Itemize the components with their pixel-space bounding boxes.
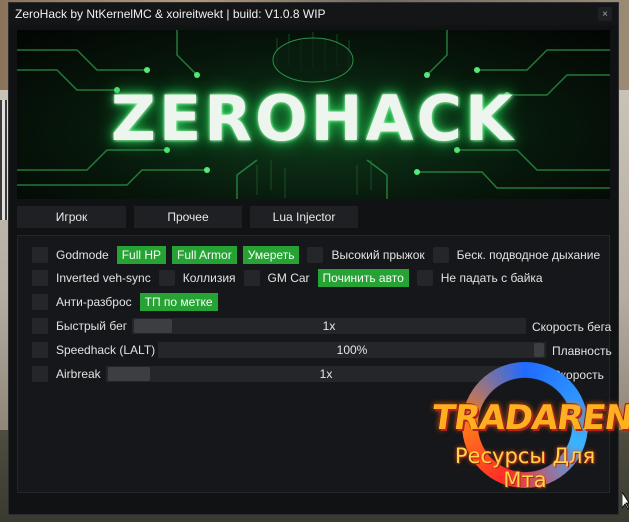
row-airbreak: Airbreak (32, 364, 101, 384)
row-speedhack: Speedhack (LALT) (32, 340, 155, 360)
no-fall-bike-label: Не падать с байка (440, 271, 543, 285)
full-armor-button[interactable]: Full Armor (172, 246, 237, 264)
row-vehicle: Inverted veh-sync Коллизия GM Car Почини… (32, 268, 543, 288)
airbreak-speed-value: 1x (319, 367, 333, 381)
gm-car-checkbox[interactable] (243, 270, 260, 286)
repair-car-button[interactable]: Починить авто (317, 269, 409, 287)
collision-checkbox[interactable] (158, 270, 175, 286)
tradarena-watermark: TRADARENA Ресурсы Для Мта (429, 362, 629, 492)
banner-title: ZEROHACK (110, 82, 517, 155)
run-speed-grab[interactable] (134, 319, 172, 333)
fast-run-checkbox[interactable] (32, 318, 48, 334)
airbreak-checkbox[interactable] (32, 366, 48, 382)
smoothness-slider[interactable]: 100% (158, 342, 546, 358)
speedhack-checkbox[interactable] (32, 342, 48, 358)
airbreak-label: Airbreak (56, 367, 101, 381)
banner-image: ZEROHACK (17, 30, 610, 199)
godmode-checkbox[interactable] (32, 247, 48, 263)
godmode-label: Godmode (56, 248, 109, 262)
watermark-title: TRADARENA (429, 398, 629, 438)
inverted-veh-sync-checkbox[interactable] (32, 270, 48, 286)
run-speed-slider[interactable]: 1x (132, 318, 526, 334)
window-title: ZeroHack by NtKernelMC & xoireitwekt | b… (15, 7, 326, 21)
tab-bar: Игрок Прочее Lua Injector (17, 206, 358, 228)
tp-marker-button[interactable]: ТП по метке (139, 293, 218, 311)
tab-lua-injector[interactable]: Lua Injector (250, 206, 358, 228)
mouse-cursor-icon (622, 492, 629, 510)
speedhack-label: Speedhack (LALT) (56, 343, 156, 357)
infinite-breath-label: Беск. подводное дыхание (456, 248, 601, 262)
close-icon[interactable]: × (598, 7, 612, 21)
run-speed-label: Скорость бега (532, 320, 612, 334)
tab-player[interactable]: Игрок (17, 206, 126, 228)
row-anti-spread: Анти-разброс ТП по метке (32, 292, 218, 312)
run-speed-value: 1x (322, 319, 336, 333)
inverted-veh-sync-label: Inverted veh-sync (56, 271, 151, 285)
high-jump-checkbox[interactable] (307, 247, 324, 263)
tab-other[interactable]: Прочее (134, 206, 242, 228)
gm-car-label: GM Car (267, 271, 310, 285)
infinite-breath-checkbox[interactable] (432, 247, 449, 263)
row-fast-run: Быстрый бег (32, 316, 128, 336)
die-button[interactable]: Умереть (242, 246, 300, 264)
smoothness-grab[interactable] (534, 343, 544, 357)
smoothness-label: Плавность (552, 344, 612, 358)
no-fall-bike-checkbox[interactable] (416, 270, 433, 286)
airbreak-speed-grab[interactable] (108, 367, 150, 381)
watermark-subtitle: Ресурсы Для Мта (454, 444, 596, 492)
anti-spread-label: Анти-разброс (56, 295, 132, 309)
window-titlebar[interactable]: ZeroHack by NtKernelMC & xoireitwekt | b… (9, 3, 618, 25)
high-jump-label: Высокий прыжок (331, 248, 425, 262)
full-hp-button[interactable]: Full HP (116, 246, 167, 264)
anti-spread-checkbox[interactable] (32, 294, 48, 310)
collision-label: Коллизия (182, 271, 236, 285)
fast-run-label: Быстрый бег (56, 319, 128, 333)
row-godmode: Godmode Full HP Full Armor Умереть Высок… (32, 245, 600, 265)
smoothness-value: 100% (336, 343, 368, 357)
